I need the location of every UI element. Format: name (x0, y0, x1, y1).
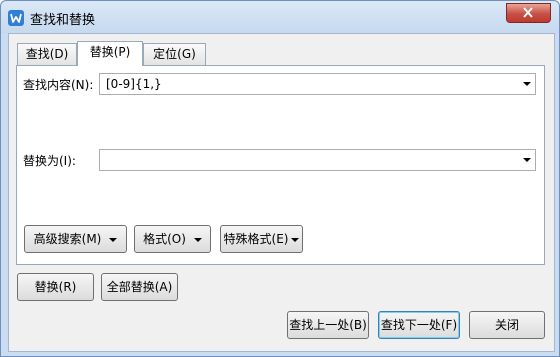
format-label: 格式(O) (143, 232, 186, 246)
find-what-input[interactable]: [0-9]{1,} (99, 73, 536, 95)
tab-find[interactable]: 查找(D) (17, 43, 77, 65)
tab-replace[interactable]: 替换(P) (77, 41, 143, 66)
dialog-body: 查找(D) 替换(P) 定位(G) 查找内容(N): [0-9]{1,} 替换为… (8, 33, 555, 352)
title-bar[interactable]: 查找和替换 (1, 1, 559, 33)
chevron-down-icon[interactable] (523, 158, 531, 162)
special-format-button[interactable]: 特殊格式(E) (220, 225, 303, 253)
chevron-down-icon[interactable] (523, 82, 531, 86)
replace-all-button[interactable]: 全部替换(A) (101, 273, 178, 301)
window-title: 查找和替换 (30, 13, 96, 28)
replace-with-label: 替换为(I): (23, 154, 76, 168)
replace-button[interactable]: 替换(R) (17, 273, 94, 301)
find-what-value: [0-9]{1,} (106, 77, 162, 91)
chevron-down-icon (109, 237, 118, 242)
chevron-down-icon (291, 237, 300, 242)
find-replace-dialog: 查找和替换 查找(D) 替换(P) 定位(G) 查找内容(N): [0-9]{1… (0, 0, 560, 357)
close-icon[interactable] (506, 3, 551, 23)
special-format-label: 特殊格式(E) (223, 232, 289, 246)
wps-writer-icon (8, 10, 24, 26)
chevron-down-icon (193, 237, 202, 242)
find-what-label: 查找内容(N): (23, 78, 94, 92)
format-button[interactable]: 格式(O) (134, 225, 211, 253)
replace-with-input[interactable] (99, 149, 536, 171)
advanced-search-label: 高级搜索(M) (33, 232, 102, 246)
close-button[interactable]: 关闭 (469, 311, 545, 339)
find-previous-button[interactable]: 查找上一处(B) (287, 311, 369, 339)
replace-tab-panel: 查找内容(N): [0-9]{1,} 替换为(I): 高级搜索(M) 格式(O)… (16, 65, 545, 265)
find-next-button[interactable]: 查找下一处(F) (378, 311, 460, 339)
advanced-search-button[interactable]: 高级搜索(M) (24, 225, 127, 253)
tab-goto[interactable]: 定位(G) (143, 43, 206, 65)
